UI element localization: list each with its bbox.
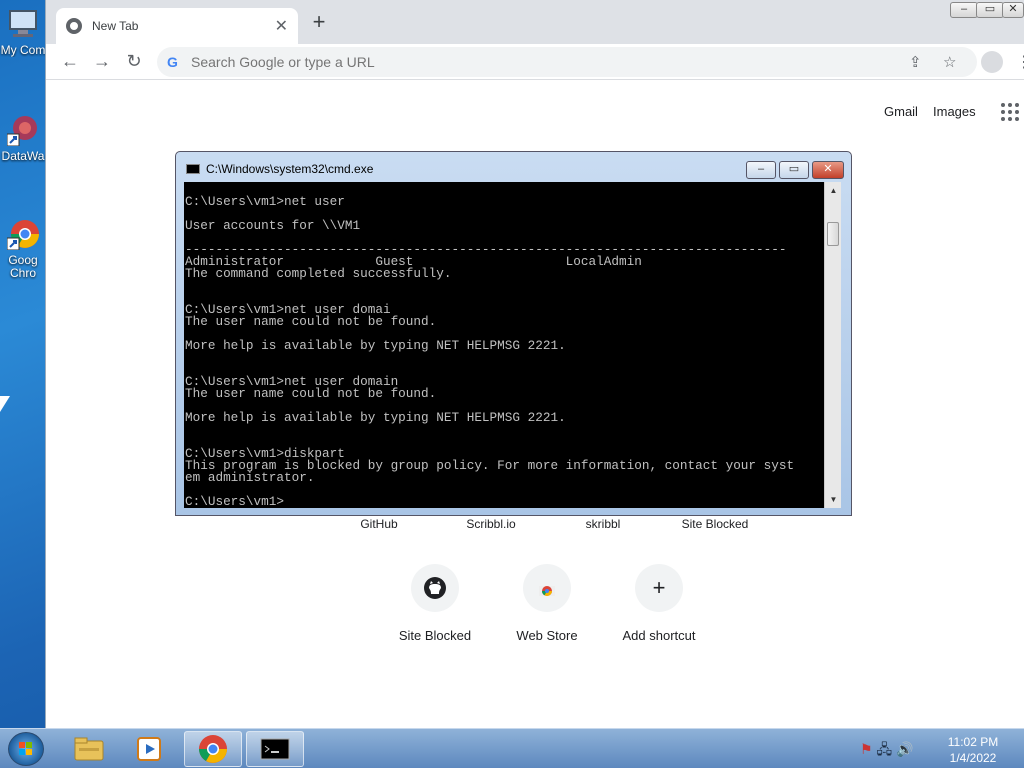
cmd-maximize-button[interactable]: ▭ xyxy=(779,161,809,179)
shortcut-label: Web Store xyxy=(516,628,578,643)
close-tab-icon[interactable]: ✕ xyxy=(275,16,288,36)
shortcut-web-store[interactable]: Web Store xyxy=(491,564,603,664)
cmd-title-text: C:\Windows\system32\cmd.exe xyxy=(206,162,374,176)
desktop-icon-my-computer[interactable]: My Com xyxy=(0,8,46,57)
clock-date: 1/4/2022 xyxy=(949,751,997,765)
close-window-button[interactable]: ✕ xyxy=(1002,2,1024,18)
cmd-app-icon xyxy=(186,164,200,174)
cmd-close-button[interactable]: ✕ xyxy=(812,161,844,179)
chrome-web-store-icon xyxy=(523,564,571,612)
action-center-flag-icon[interactable]: ⚑ xyxy=(860,741,873,757)
shortcut-label[interactable]: skribbl xyxy=(547,517,659,531)
scroll-down-icon[interactable]: ▼ xyxy=(825,491,842,508)
taskbar-media-player[interactable] xyxy=(121,731,179,767)
address-input[interactable] xyxy=(191,54,811,70)
volume-icon[interactable]: 🔊 xyxy=(896,741,913,757)
shortcut-label: Site Blocked xyxy=(398,628,472,643)
google-apps-icon[interactable] xyxy=(1001,103,1019,121)
bookmark-star-icon[interactable]: ☆ xyxy=(943,53,956,71)
shortcut-label[interactable]: Scribbl.io xyxy=(435,517,547,531)
console-text: C:\Users\vm1>net user User accounts for … xyxy=(185,194,795,508)
datawa-icon xyxy=(6,114,39,147)
clock-time: 11:02 PM xyxy=(947,735,999,749)
shortcut-site-blocked[interactable]: Site Blocked xyxy=(379,564,491,664)
cmd-window[interactable]: C:\Windows\system32\cmd.exe – ▭ ✕ C:\Use… xyxy=(175,151,852,516)
share-icon[interactable]: ⇪ xyxy=(909,53,922,71)
chrome-icon xyxy=(6,218,39,251)
tab-title: New Tab xyxy=(92,19,139,33)
start-button[interactable] xyxy=(8,732,44,766)
images-link[interactable]: Images xyxy=(933,104,976,119)
plus-icon: + xyxy=(635,564,683,612)
google-g-icon: G xyxy=(167,54,178,70)
shortcut-label[interactable]: Site Blocked xyxy=(659,517,771,531)
scroll-up-icon[interactable]: ▲ xyxy=(825,182,842,199)
new-tab-button[interactable]: + xyxy=(308,11,330,34)
tab-new-tab[interactable]: New Tab ✕ xyxy=(56,8,298,44)
forward-icon[interactable]: → xyxy=(92,52,112,72)
taskbar-cmd[interactable] xyxy=(246,731,304,767)
add-shortcut-button[interactable]: + Add shortcut xyxy=(603,564,715,664)
chrome-favicon-icon xyxy=(66,18,82,34)
console-output[interactable]: C:\Users\vm1>net user User accounts for … xyxy=(184,182,824,508)
cmd-titlebar[interactable]: C:\Windows\system32\cmd.exe xyxy=(186,162,373,176)
shortcut-label: Add shortcut xyxy=(622,628,696,643)
taskbar: ⚑ 🖧 🔊 11:02 PM 1/4/2022 xyxy=(0,728,1024,768)
shortcut-label[interactable]: GitHub xyxy=(323,517,435,531)
network-icon[interactable]: 🖧 xyxy=(876,741,892,757)
toolbar: ← → ↻ G ⇪ ☆ ⋮ xyxy=(46,44,1024,80)
desktop-icon-label: DataWa xyxy=(1,149,45,163)
taskbar-chrome[interactable] xyxy=(184,731,242,767)
reload-icon[interactable]: ↻ xyxy=(124,52,144,72)
desktop-icon-label: My Com xyxy=(0,43,46,57)
back-icon[interactable]: ← xyxy=(60,52,80,72)
tab-strip: New Tab ✕ + – ▭ ✕ xyxy=(46,0,1024,44)
cmd-minimize-button[interactable]: – xyxy=(746,161,776,179)
cmd-icon xyxy=(260,738,290,760)
system-tray: ⚑ 🖧 🔊 xyxy=(860,739,913,763)
address-bar[interactable]: G ⇪ ☆ xyxy=(157,47,977,77)
profile-avatar[interactable] xyxy=(981,51,1003,73)
computer-icon xyxy=(7,8,39,40)
windows-logo-icon xyxy=(19,742,32,755)
taskbar-explorer[interactable] xyxy=(60,731,118,767)
taskbar-clock[interactable]: 11:02 PM 1/4/2022 xyxy=(930,734,1016,766)
desktop-icon-datawa[interactable]: DataWa xyxy=(0,114,46,163)
mouse-cursor-icon xyxy=(0,396,10,412)
chrome-icon xyxy=(199,735,227,763)
gmail-link[interactable]: Gmail xyxy=(884,104,918,119)
media-player-icon xyxy=(137,737,161,761)
console-scrollbar[interactable]: ▲ ▼ xyxy=(824,182,841,508)
github-icon xyxy=(411,564,459,612)
maximize-button[interactable]: ▭ xyxy=(976,2,1004,18)
scroll-thumb[interactable] xyxy=(827,222,839,246)
desktop-icon-google-chrome[interactable]: Goog Chro xyxy=(0,218,46,280)
chrome-menu-icon[interactable]: ⋮ xyxy=(1016,52,1024,72)
minimize-button[interactable]: – xyxy=(950,2,978,18)
desktop-icon-label: Goog Chro xyxy=(8,253,38,280)
folder-icon xyxy=(74,737,104,761)
